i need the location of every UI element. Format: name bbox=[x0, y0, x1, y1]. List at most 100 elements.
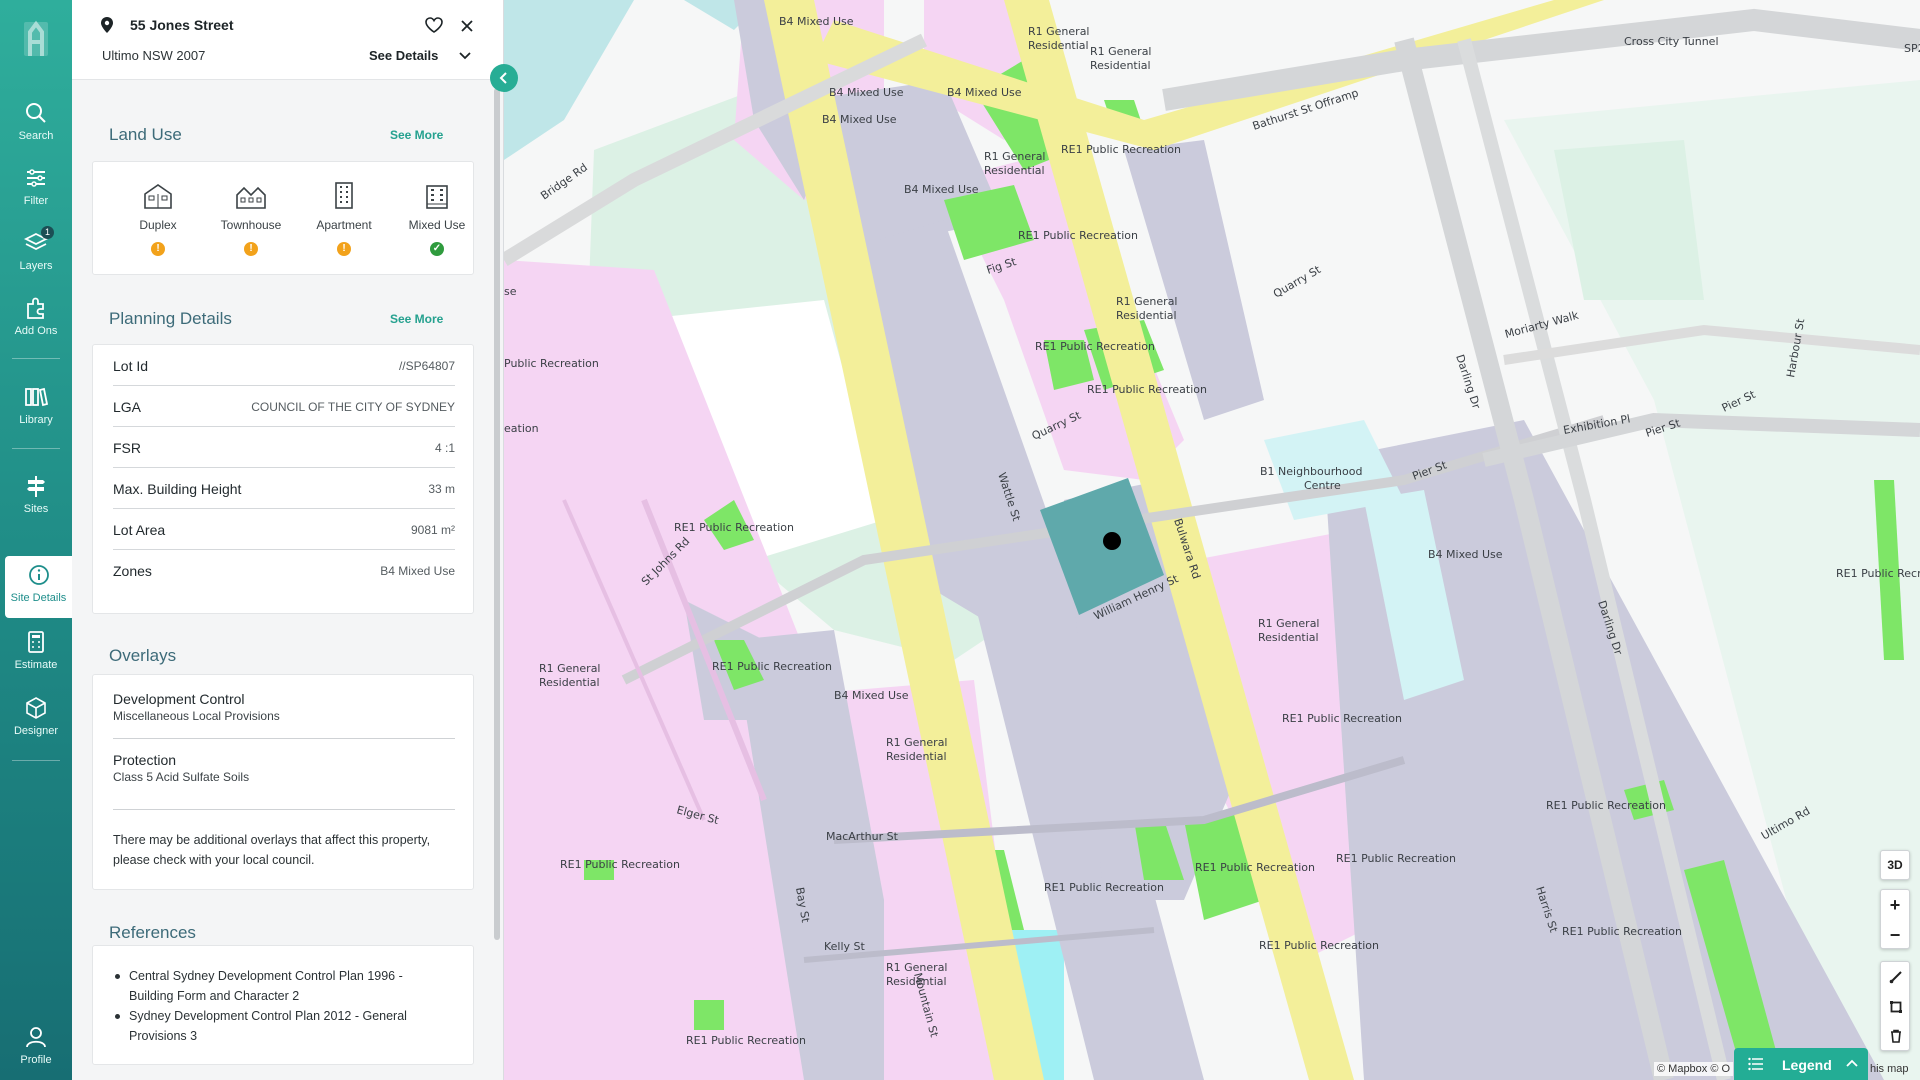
library-icon bbox=[25, 387, 49, 407]
map-canvas[interactable]: B4 Mixed Use R1 General Residential R1 Ge… bbox=[504, 0, 1920, 1080]
nav-sites[interactable]: Sites bbox=[0, 467, 72, 525]
puzzle-icon bbox=[27, 297, 44, 319]
overlay-note: There may be additional overlays that af… bbox=[113, 833, 431, 867]
draw-polygon-icon[interactable] bbox=[1889, 1000, 1903, 1014]
svg-text:RE1 Public Recreation: RE1 Public Recreation bbox=[1259, 939, 1379, 952]
nav-label: Sites bbox=[23, 503, 49, 515]
reference-item[interactable]: Sydney Development Control Plan 2012 - G… bbox=[113, 1006, 443, 1046]
panel-scrollbar[interactable] bbox=[494, 88, 500, 940]
svg-text:Residential: Residential bbox=[886, 750, 947, 763]
land-use-label: Townhouse bbox=[220, 218, 282, 232]
references-card: Central Sydney Development Control Plan … bbox=[92, 945, 474, 1065]
svg-text:Centre: Centre bbox=[1304, 479, 1341, 492]
nav-label: Designer bbox=[13, 725, 59, 737]
draw-tools bbox=[1880, 961, 1910, 1051]
nav-estimate[interactable]: Estimate bbox=[0, 623, 72, 681]
land-use-duplex[interactable]: Duplex ! bbox=[113, 180, 203, 256]
land-use-card: Duplex ! Townhouse ! Apartment ! Mixed U… bbox=[92, 161, 474, 275]
nav-library[interactable]: Library bbox=[0, 378, 72, 436]
planning-row-lot-area: Lot Area 9081 m² bbox=[113, 509, 455, 550]
address-street: 55 Jones Street bbox=[130, 17, 234, 33]
svg-text:R1 General: R1 General bbox=[1116, 295, 1178, 308]
land-use-townhouse[interactable]: Townhouse ! bbox=[206, 180, 296, 256]
svg-text:Kelly St: Kelly St bbox=[824, 940, 866, 953]
svg-text:RE1 Public Recreation: RE1 Public Recreation bbox=[1035, 340, 1155, 353]
svg-text:B4 Mixed Use: B4 Mixed Use bbox=[947, 86, 1022, 99]
svg-text:RE1 Public Recreation: RE1 Public Recreation bbox=[674, 521, 794, 534]
nav-profile[interactable]: Profile bbox=[0, 1018, 72, 1076]
planning-value: 4 :1 bbox=[434, 441, 455, 455]
planning-value: 33 m bbox=[428, 482, 455, 496]
svg-text:RE1 Public Recreation: RE1 Public Recreation bbox=[1087, 383, 1207, 396]
planning-details-card: Lot Id //SP64807 LGA COUNCIL OF THE CITY… bbox=[92, 344, 474, 614]
zoom-out-button[interactable]: − bbox=[1881, 921, 1909, 949]
svg-text:RE1 Public Recreation: RE1 Public Recreation bbox=[560, 858, 680, 871]
svg-text:R1 General: R1 General bbox=[1028, 25, 1090, 38]
overlay-title: Protection bbox=[113, 752, 177, 768]
see-details-button[interactable]: See Details bbox=[369, 48, 438, 63]
legend-label: Legend bbox=[1782, 1057, 1832, 1073]
land-use-title: Land Use bbox=[109, 125, 182, 144]
svg-text:RE1 Public Recreation: RE1 Public Recreation bbox=[712, 660, 832, 673]
chevron-down-icon[interactable] bbox=[459, 52, 471, 60]
calculator-icon bbox=[28, 631, 44, 653]
svg-text:Residential: Residential bbox=[1116, 309, 1177, 322]
land-use-see-more-link[interactable]: See More bbox=[390, 128, 443, 142]
signpost-icon bbox=[27, 476, 45, 497]
legend-button[interactable]: Legend bbox=[1734, 1048, 1868, 1080]
nav-site-details[interactable]: Site Details bbox=[5, 556, 72, 618]
nav-layers[interactable]: 1 Layers bbox=[0, 224, 72, 282]
close-icon[interactable] bbox=[461, 20, 473, 32]
map-attribution[interactable]: © Mapbox © O bbox=[1654, 1062, 1734, 1076]
references-list: Central Sydney Development Control Plan … bbox=[113, 966, 443, 1046]
svg-text:R1 General: R1 General bbox=[1258, 617, 1320, 630]
svg-text:RE1 Public Recr: RE1 Public Recr bbox=[1836, 567, 1920, 580]
search-icon bbox=[26, 103, 46, 123]
svg-text:Residential: Residential bbox=[539, 676, 600, 689]
3d-toggle-button[interactable]: 3D bbox=[1880, 850, 1910, 880]
nav-search[interactable]: Search bbox=[0, 94, 72, 152]
svg-text:R1 General: R1 General bbox=[539, 662, 601, 675]
svg-text:RE1 Public Recreation: RE1 Public Recreation bbox=[1336, 852, 1456, 865]
nav-add-ons[interactable]: Add Ons bbox=[0, 289, 72, 347]
collapse-panel-button[interactable] bbox=[490, 64, 518, 92]
svg-text:Cross City Tunnel: Cross City Tunnel bbox=[1624, 35, 1719, 48]
planning-key: Max. Building Height bbox=[113, 481, 242, 497]
nav-filter[interactable]: Filter bbox=[0, 159, 72, 217]
trash-icon[interactable] bbox=[1889, 1029, 1903, 1043]
svg-text:RE1 Public Recreation: RE1 Public Recreation bbox=[1282, 712, 1402, 725]
warning-status-icon: ! bbox=[337, 242, 351, 256]
planning-row-max-height: Max. Building Height 33 m bbox=[113, 468, 455, 509]
list-icon bbox=[1748, 1057, 1763, 1071]
zoom-in-button[interactable]: + bbox=[1881, 891, 1909, 919]
duplex-icon bbox=[144, 184, 172, 209]
chevron-left-icon bbox=[499, 72, 507, 84]
nav-divider bbox=[12, 358, 60, 359]
zoom-controls: + − bbox=[1880, 889, 1910, 949]
chevron-up-icon bbox=[1846, 1059, 1858, 1067]
overlays-card: Development Control Miscellaneous Local … bbox=[92, 674, 474, 890]
nav-divider bbox=[12, 448, 60, 449]
map-label: B4 Mixed Use bbox=[779, 15, 854, 28]
land-use-apartment[interactable]: Apartment ! bbox=[299, 180, 389, 256]
app-window: Search Filter 1 Layers Add Ons Library S… bbox=[0, 0, 1920, 1080]
land-use-mixed-use[interactable]: Mixed Use ✓ bbox=[392, 180, 482, 256]
site-details-panel: 55 Jones Street Ultimo NSW 2007 See Deta… bbox=[72, 0, 504, 1080]
overlays-title: Overlays bbox=[109, 646, 177, 665]
heart-icon[interactable] bbox=[425, 17, 443, 33]
nav-designer[interactable]: Designer bbox=[0, 689, 72, 747]
svg-text:Public Recreation: Public Recreation bbox=[504, 357, 599, 370]
svg-text:RE1 Public Recreation: RE1 Public Recreation bbox=[686, 1034, 806, 1047]
user-icon bbox=[26, 1027, 46, 1048]
land-use-label: Apartment bbox=[316, 218, 372, 232]
reference-item[interactable]: Central Sydney Development Control Plan … bbox=[113, 966, 443, 1006]
nav-label: Profile bbox=[20, 1054, 52, 1066]
nav-divider bbox=[12, 760, 60, 761]
draw-line-icon[interactable] bbox=[1889, 970, 1903, 984]
nav-label: Search bbox=[18, 130, 54, 142]
planning-row-lga: LGA COUNCIL OF THE CITY OF SYDNEY bbox=[113, 386, 455, 427]
zoning-map[interactable]: B4 Mixed Use R1 GeneralResidential R1 Ge… bbox=[504, 0, 1920, 1080]
svg-text:RE1 Public Recreation: RE1 Public Recreation bbox=[1044, 881, 1164, 894]
nav-label: Filter bbox=[23, 195, 49, 207]
planning-see-more-link[interactable]: See More bbox=[390, 312, 443, 326]
